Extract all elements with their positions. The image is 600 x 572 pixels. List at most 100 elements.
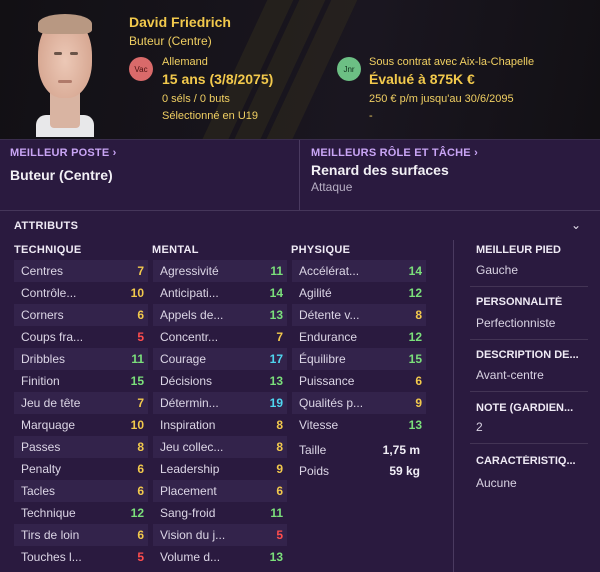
attribute-row-technique[interactable]: Contrôle... 10 (14, 282, 148, 304)
attribute-row-technique[interactable]: Tacles 6 (14, 480, 148, 502)
attribute-name: Décisions (160, 374, 213, 388)
attribute-value: 8 (137, 440, 144, 454)
description-label: DESCRIPTION DE... (476, 349, 579, 361)
attribute-row-mental[interactable]: Décisions 13 (153, 370, 287, 392)
attribute-row-physique[interactable]: Équilibre 15 (292, 348, 426, 370)
attribute-value: 7 (137, 264, 144, 278)
physique-header: PHYSIQUE (291, 244, 351, 256)
attribute-row-mental[interactable]: Inspiration 8 (153, 414, 287, 436)
attribute-value: 6 (415, 374, 422, 388)
attribute-row-technique[interactable]: Corners 6 (14, 304, 148, 326)
attribute-name: Penalty (21, 462, 62, 476)
attribute-value: 12 (408, 330, 422, 344)
player-age: 15 ans (3/8/2075) (162, 71, 274, 87)
weight-label: Poids (299, 464, 330, 478)
height-label: Taille (299, 443, 327, 457)
attribute-row-technique[interactable]: Coups fra... 5 (14, 326, 148, 348)
attribute-name: Appels de... (160, 308, 224, 322)
attribute-name: Coups fra... (21, 330, 84, 344)
attribute-row-mental[interactable]: Détermin... 19 (153, 392, 287, 414)
attribute-row-technique[interactable]: Centres 7 (14, 260, 148, 282)
attribute-row-physique[interactable]: Vitesse 13 (292, 414, 426, 436)
attribute-row-physique[interactable]: Qualités p... 9 (292, 392, 426, 414)
contract-badge[interactable]: Jnr (337, 57, 361, 81)
attribute-value: 13 (269, 550, 283, 564)
attribute-row-technique[interactable]: Touches l... 5 (14, 546, 148, 568)
attribute-value: 7 (137, 396, 144, 410)
best-position-label[interactable]: MEILLEUR POSTE › (10, 147, 116, 159)
attribute-name: Corners (21, 308, 64, 322)
attribute-row-mental[interactable]: Courage 17 (153, 348, 287, 370)
attribute-value: 17 (269, 352, 283, 366)
attribute-row-mental[interactable]: Appels de... 13 (153, 304, 287, 326)
attribute-row-mental[interactable]: Agressivité 11 (153, 260, 287, 282)
best-role-label[interactable]: MEILLEURS RÔLE ET TÂCHE › (311, 147, 478, 159)
attribute-row-technique[interactable]: Technique 12 (14, 502, 148, 524)
attribute-row-physique[interactable]: Puissance 6 (292, 370, 426, 392)
attribute-value: 8 (276, 418, 283, 432)
best-role-duty: Attaque (311, 180, 353, 194)
player-value: Évalué à 875K € (369, 71, 475, 87)
attribute-value: 6 (137, 484, 144, 498)
attribute-row-mental[interactable]: Placement 6 (153, 480, 287, 502)
contract-club[interactable]: Sous contrat avec Aix-la-Chapelle (369, 56, 534, 68)
side-divider (470, 339, 588, 340)
attribute-name: Centres (21, 264, 64, 278)
attribute-row-mental[interactable]: Leadership 9 (153, 458, 287, 480)
attribute-name: Tacles (21, 484, 56, 498)
attribute-value: 8 (276, 440, 283, 454)
attribute-name: Placement (160, 484, 217, 498)
attribute-row-physique[interactable]: Endurance 12 (292, 326, 426, 348)
attribute-name: Endurance (299, 330, 358, 344)
attribute-name: Agressivité (160, 264, 219, 278)
selection-status: Sélectionné en U19 (162, 110, 259, 122)
attribute-row-technique[interactable]: Finition 15 (14, 370, 148, 392)
attribute-value: 9 (276, 462, 283, 476)
player-header: David Friedrich Buteur (Centre) Vac Alle… (0, 0, 600, 140)
attribute-row-technique[interactable]: Marquage 10 (14, 414, 148, 436)
attribute-name: Détermin... (160, 396, 219, 410)
attribute-row-physique[interactable]: Accélérat... 14 (292, 260, 426, 282)
attribute-value: 15 (408, 352, 422, 366)
attribute-name: Dribbles (21, 352, 66, 366)
attribute-row-mental[interactable]: Volume d... 13 (153, 546, 287, 568)
best-position-panel[interactable]: MEILLEUR POSTE › Buteur (Centre) (0, 140, 300, 210)
attribute-row-mental[interactable]: Anticipati... 14 (153, 282, 287, 304)
chevron-down-icon[interactable]: ⌄ (571, 218, 581, 232)
attribute-value: 12 (408, 286, 422, 300)
attribute-value: 15 (130, 374, 144, 388)
side-divider (470, 391, 588, 392)
attribute-row-mental[interactable]: Jeu collec... 8 (153, 436, 287, 458)
technique-header: TECHNIQUE (14, 244, 82, 256)
attribute-row-technique[interactable]: Jeu de tête 7 (14, 392, 148, 414)
attribute-row-physique[interactable]: Agilité 12 (292, 282, 426, 304)
attribute-row-technique[interactable]: Dribbles 11 (14, 348, 148, 370)
attribute-row-mental[interactable]: Sang-froid 11 (153, 502, 287, 524)
attribute-row-technique[interactable]: Penalty 6 (14, 458, 148, 480)
attribute-name: Marquage (21, 418, 76, 432)
traits-value: Aucune (476, 476, 517, 490)
attribute-value: 5 (137, 330, 144, 344)
attribute-value: 10 (130, 286, 144, 300)
best-role-panel[interactable]: MEILLEURS RÔLE ET TÂCHE › Renard des sur… (301, 140, 600, 210)
attribute-name: Volume d... (160, 550, 221, 564)
attribute-name: Leadership (160, 462, 220, 476)
attribute-value: 14 (269, 286, 283, 300)
attribute-row-technique[interactable]: Passes 8 (14, 436, 148, 458)
attribute-value: 11 (131, 352, 144, 366)
nationality-badge[interactable]: Vac (129, 57, 153, 81)
column-separator (453, 240, 454, 572)
attribute-value: 6 (276, 484, 283, 498)
attribute-name: Jeu collec... (160, 440, 224, 454)
attribute-name: Finition (21, 374, 60, 388)
attribute-name: Tirs de loin (21, 528, 80, 542)
attribute-row-technique[interactable]: Tirs de loin 6 (14, 524, 148, 546)
attribute-value: 13 (408, 418, 422, 432)
attribute-row-mental[interactable]: Vision du j... 5 (153, 524, 287, 546)
attribute-row-mental[interactable]: Concentr... 7 (153, 326, 287, 348)
attribute-name: Jeu de tête (21, 396, 81, 410)
attribute-value: 6 (137, 462, 144, 476)
attribute-value: 9 (415, 396, 422, 410)
attribute-row-physique[interactable]: Détente v... 8 (292, 304, 426, 326)
attribute-value: 11 (270, 506, 283, 520)
